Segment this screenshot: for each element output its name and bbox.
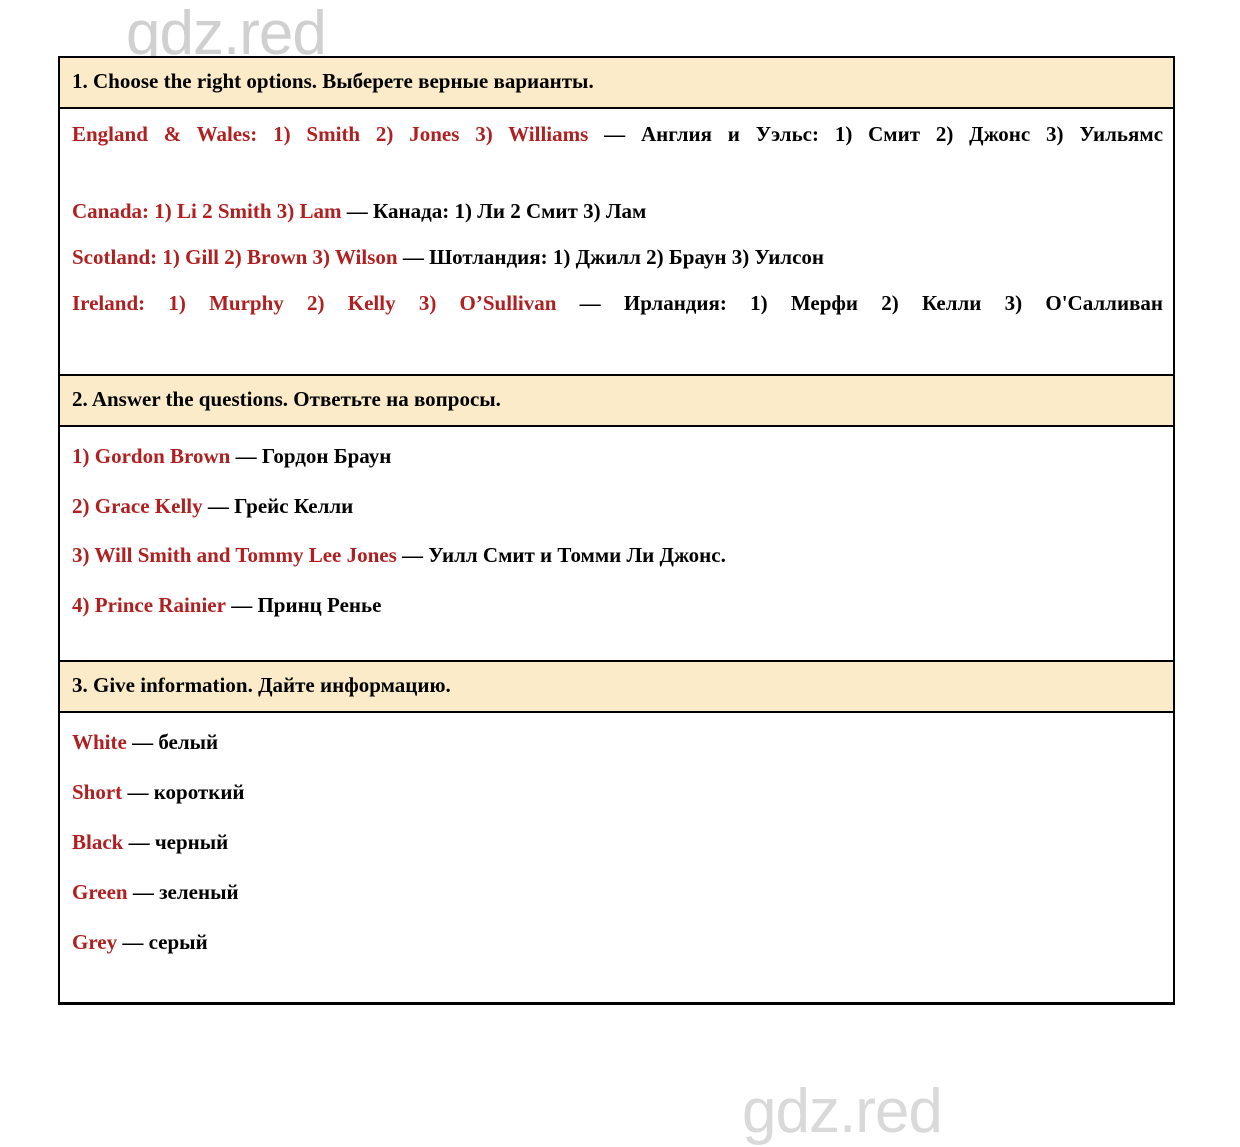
task-body-2: 1) Gordon Brown — Гордон Браун 2) Grace … <box>60 426 1173 661</box>
answer-dash: — <box>207 493 229 518</box>
answer-russian: Ирландия: 1) Мерфи 2) Келли 3) О'Саллива… <box>623 291 1164 316</box>
answer-english: 1) Gordon Brown <box>72 443 231 468</box>
answer-dash: — <box>122 929 144 954</box>
answer-dash: — <box>132 879 154 904</box>
answer-dash: — <box>132 729 154 754</box>
answer-line: England & Wales: 1) Smith 2) Jones 3) Wi… <box>72 119 1163 183</box>
task-header-1: 1. Choose the right options. Выберете ве… <box>60 58 1173 109</box>
answer-russian: Канада: 1) Ли 2 Смит 3) Лам <box>373 199 647 224</box>
answer-russian: Уилл Смит и Томми Ли Джонс. <box>428 543 726 568</box>
answer-line: Green — зеленый <box>72 877 1163 909</box>
answer-line: Grey — серый <box>72 927 1163 959</box>
answer-dash: — <box>127 779 149 804</box>
answer-line: Scotland: 1) Gill 2) Brown 3) Wilson — Ш… <box>72 242 1163 274</box>
answer-russian: Грейс Келли <box>234 493 354 518</box>
task-body-3: White — белый Short — короткий Black — ч… <box>60 712 1173 1003</box>
answer-english: Black <box>72 829 124 854</box>
answer-russian: Англия и Уэльс: 1) Смит 2) Джонс 3) Уиль… <box>640 121 1164 146</box>
answer-line: Black — черный <box>72 827 1163 859</box>
answer-russian: белый <box>158 729 219 754</box>
answer-russian: Шотландия: 1) Джилл 2) Браун 3) Уилсон <box>429 245 825 270</box>
answer-russian: черный <box>154 829 229 854</box>
answer-russian: серый <box>148 929 208 954</box>
answer-line: 2) Grace Kelly — Грейс Келли <box>72 491 1163 523</box>
answer-english: 2) Grace Kelly <box>72 493 203 518</box>
answer-dash: — <box>604 121 626 146</box>
answer-english: Scotland: 1) Gill 2) Brown 3) Wilson <box>72 245 398 270</box>
answer-english: Canada: 1) Li 2 Smith 3) Lam <box>72 199 342 224</box>
answer-english: 4) Prince Rainier <box>72 593 226 618</box>
answer-dash: — <box>346 199 368 224</box>
task-header-2: 2. Answer the questions. Ответьте на воп… <box>60 374 1173 427</box>
answer-dash: — <box>231 593 253 618</box>
answer-russian: зеленый <box>159 879 239 904</box>
task-header-3: 3. Give information. Дайте информацию. <box>60 660 1173 713</box>
answer-english: Green <box>72 879 128 904</box>
answer-english: Short <box>72 779 123 804</box>
answer-english: Grey <box>72 929 118 954</box>
answer-sheet: 1. Choose the right options. Выберете ве… <box>58 56 1175 1006</box>
answer-english: Ireland: 1) Murphy 2) Kelly 3) O’Sulliva… <box>72 291 557 316</box>
answer-english: England & Wales: 1) Smith 2) Jones 3) Wi… <box>72 121 589 146</box>
task-body-1: England & Wales: 1) Smith 2) Jones 3) Wi… <box>60 108 1173 375</box>
answer-dash: — <box>128 829 150 854</box>
answer-russian: Гордон Браун <box>261 443 392 468</box>
answer-russian: короткий <box>153 779 245 804</box>
answer-english: White <box>72 729 127 754</box>
answer-dash: — <box>402 543 424 568</box>
answer-russian: Принц Ренье <box>257 593 382 618</box>
answer-dash: — <box>402 245 424 270</box>
answer-dash: — <box>235 443 257 468</box>
watermark-gdz-red: gdz.red <box>742 1077 943 1146</box>
answer-line: White — белый <box>72 727 1163 759</box>
answer-line: 3) Will Smith and Tommy Lee Jones — Уилл… <box>72 540 1163 572</box>
answer-line: Short — короткий <box>72 777 1163 809</box>
answer-english: 3) Will Smith and Tommy Lee Jones <box>72 543 397 568</box>
answer-line: Canada: 1) Li 2 Smith 3) Lam — Канада: 1… <box>72 196 1163 228</box>
answer-dash: — <box>579 291 601 316</box>
answer-line: 1) Gordon Brown — Гордон Браун <box>72 441 1163 473</box>
answer-line: Ireland: 1) Murphy 2) Kelly 3) O’Sulliva… <box>72 288 1163 352</box>
answer-line: 4) Prince Rainier — Принц Ренье <box>72 590 1163 622</box>
